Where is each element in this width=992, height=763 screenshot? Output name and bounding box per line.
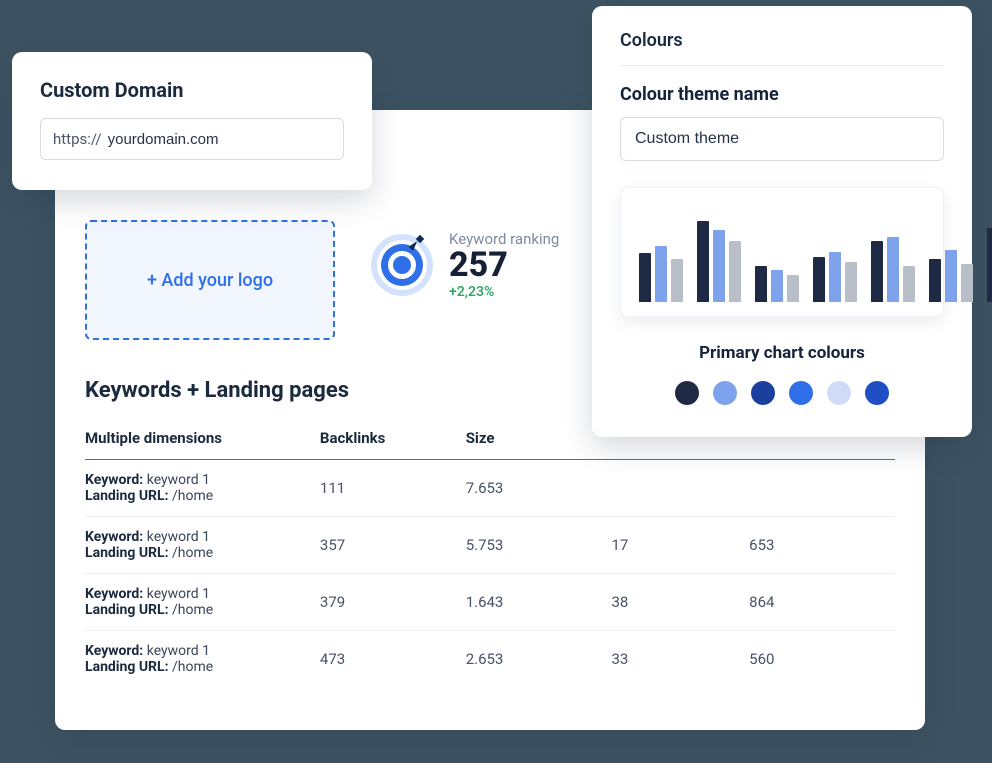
bar <box>813 257 825 302</box>
protocol-label: https:// <box>53 130 102 148</box>
bar <box>929 259 941 302</box>
keywords-table: Multiple dimensions Backlinks Size Keywo… <box>85 419 895 687</box>
bar <box>729 241 741 302</box>
colour-swatch[interactable] <box>675 381 699 405</box>
table-row: Keyword: keyword 1Landing URL: /home3791… <box>85 574 895 631</box>
add-logo-label: + Add your logo <box>147 270 273 291</box>
swatch-row <box>620 381 944 405</box>
domain-input-wrapper[interactable]: https:// <box>40 118 344 160</box>
bar <box>771 270 783 302</box>
colour-swatch[interactable] <box>713 381 737 405</box>
colour-swatch[interactable] <box>865 381 889 405</box>
bar <box>987 228 992 302</box>
bar-group <box>639 246 683 302</box>
bar <box>903 266 915 302</box>
custom-domain-title: Custom Domain <box>40 78 344 102</box>
primary-colours-label: Primary chart colours <box>620 343 944 363</box>
col-header: Backlinks <box>320 419 466 460</box>
bar-group <box>929 250 973 302</box>
bar <box>713 230 725 302</box>
domain-input[interactable] <box>108 131 331 148</box>
colours-panel: Colours Colour theme name Primary chart … <box>592 6 972 437</box>
col-header: Multiple dimensions <box>85 419 320 460</box>
target-icon <box>371 234 433 296</box>
bar <box>787 275 799 302</box>
metric-value: 257 <box>449 248 559 284</box>
table-row: Keyword: keyword 1Landing URL: /home3575… <box>85 517 895 574</box>
bar <box>887 237 899 302</box>
theme-name-label: Colour theme name <box>620 84 944 105</box>
bar-group <box>813 252 857 302</box>
keyword-ranking-metric: Keyword ranking 257 +2,23% <box>371 230 559 300</box>
colour-swatch[interactable] <box>827 381 851 405</box>
add-logo-button[interactable]: + Add your logo <box>85 220 335 340</box>
table-row: Keyword: keyword 1Landing URL: /home1117… <box>85 460 895 517</box>
bar <box>945 250 957 302</box>
colour-swatch[interactable] <box>751 381 775 405</box>
bar <box>871 241 883 302</box>
bar-group <box>987 223 992 302</box>
bar-group <box>871 237 915 302</box>
custom-domain-card: Custom Domain https:// <box>12 52 372 190</box>
colours-panel-title: Colours <box>620 30 944 66</box>
bar <box>755 266 767 302</box>
bar <box>845 262 857 302</box>
bar <box>961 264 973 302</box>
bar <box>697 221 709 302</box>
bar-group <box>697 221 741 302</box>
theme-preview-chart <box>620 187 944 317</box>
bar-group <box>755 266 799 302</box>
bar <box>639 253 651 303</box>
table-row: Keyword: keyword 1Landing URL: /home4732… <box>85 631 895 688</box>
theme-name-input[interactable] <box>620 117 944 161</box>
metric-delta: +2,23% <box>449 284 559 300</box>
colour-swatch[interactable] <box>789 381 813 405</box>
bar <box>829 252 841 302</box>
col-header: Size <box>466 419 612 460</box>
bar <box>671 259 683 302</box>
bar <box>655 246 667 302</box>
